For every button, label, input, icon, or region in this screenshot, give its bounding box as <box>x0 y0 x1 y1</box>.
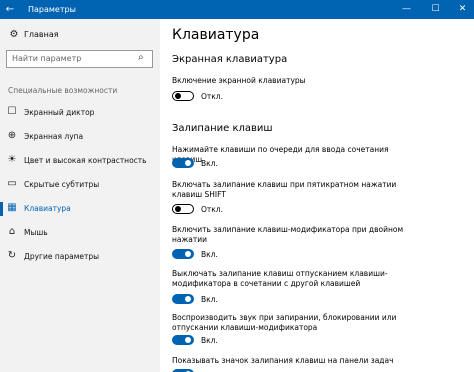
gear-icon: ⚙ <box>9 29 19 40</box>
sidebar-item-magnifier[interactable]: ⊕ Экранная лупа <box>0 127 160 147</box>
maximize-button[interactable]: ☐ <box>422 0 449 19</box>
onscreen-keyboard-label: Включение экранной клавиатуры <box>172 76 306 85</box>
sidebar-item-narrator[interactable]: ☐ Экранный диктор <box>0 103 160 123</box>
sidebar-item-label: Другие параметры <box>24 252 100 261</box>
toggle-state: Вкл. <box>201 159 218 168</box>
sticky-shift-toggle[interactable] <box>172 204 194 214</box>
setting-label: Воспроизводить звук при запирании, блоки… <box>172 313 397 332</box>
main-content: Клавиатура Экранная клавиатура Включение… <box>160 19 474 372</box>
sidebar-item-home[interactable]: ⚙ Главная <box>0 27 160 45</box>
sidebar-item-label: Экранный диктор <box>24 108 95 117</box>
back-arrow-icon: ← <box>5 4 15 15</box>
sidebar-item-label: Экранная лупа <box>24 132 84 141</box>
mouse-icon: ⌂ <box>8 226 16 237</box>
maximize-icon: ☐ <box>431 4 440 14</box>
sidebar-item-label: Скрытые субтитры <box>24 180 100 189</box>
toggle-knob <box>185 251 191 257</box>
sticky-release-toggle[interactable] <box>172 294 194 304</box>
setting-label: Выключать залипание клавиш отпусканием к… <box>172 269 388 288</box>
sidebar-item-mouse[interactable]: ⌂ Мышь <box>0 223 160 243</box>
narrator-icon: ☐ <box>7 106 17 117</box>
magnifier-icon: ⊕ <box>7 130 17 141</box>
title-bar: ← Параметры — ☐ ✕ <box>0 0 474 19</box>
onscreen-keyboard-heading: Экранная клавиатура <box>172 54 288 65</box>
page-title: Клавиатура <box>172 27 260 43</box>
window-title: Параметры <box>28 5 76 14</box>
search-icon[interactable]: ⌕ <box>138 52 144 63</box>
toggle-state: Вкл. <box>201 295 218 304</box>
close-button[interactable]: ✕ <box>449 0 474 19</box>
toggle-state: Откл. <box>201 92 223 101</box>
keyboard-icon: ▦ <box>7 202 17 213</box>
sticky-sequential-toggle[interactable] <box>172 158 194 168</box>
setting-label: Включать залипание клавиш при пятикратно… <box>172 180 397 199</box>
sticky-keys-heading: Залипание клавиш <box>172 123 273 134</box>
toggle-knob <box>175 206 181 212</box>
sidebar-item-other-options[interactable]: ↻ Другие параметры <box>0 247 160 267</box>
sidebar-item-label: Главная <box>24 30 59 39</box>
search-placeholder: Найти параметр <box>12 54 82 63</box>
setting-label: Включить залипание клавиш-модификатора п… <box>172 225 404 244</box>
toggle-state: Откл. <box>201 205 223 214</box>
section-label: Специальные возможности <box>8 86 118 95</box>
sidebar-item-label: Мышь <box>24 228 48 237</box>
search-input[interactable]: Найти параметр ⌕ <box>6 50 153 68</box>
sidebar-item-captions[interactable]: ▭ Скрытые субтитры <box>0 175 160 195</box>
toggle-knob <box>185 296 191 302</box>
onscreen-keyboard-toggle[interactable] <box>172 91 194 101</box>
sidebar-item-label: Клавиатура <box>24 204 71 213</box>
sidebar: ⚙ Главная Найти параметр ⌕ Специальные в… <box>0 19 160 372</box>
close-icon: ✕ <box>458 4 467 14</box>
sidebar-item-high-contrast[interactable]: ☀ Цвет и высокая контрастность <box>0 151 160 171</box>
sticky-sound-toggle[interactable] <box>172 335 194 345</box>
active-indicator <box>0 202 3 216</box>
sun-icon: ☀ <box>7 154 17 165</box>
minimize-button[interactable]: — <box>393 0 420 19</box>
setting-label: Показывать значок залипания клавиш на па… <box>172 356 394 365</box>
toggle-knob <box>175 93 181 99</box>
sticky-double-press-toggle[interactable] <box>172 249 194 259</box>
toggle-state: Вкл. <box>201 336 218 345</box>
captions-icon: ▭ <box>7 178 17 189</box>
back-button[interactable]: ← <box>0 0 20 19</box>
toggle-knob <box>185 337 191 343</box>
toggle-knob <box>185 160 191 166</box>
refresh-icon: ↻ <box>7 250 17 261</box>
sidebar-item-label: Цвет и высокая контрастность <box>24 156 147 165</box>
toggle-state: Вкл. <box>201 250 218 259</box>
minimize-icon: — <box>402 4 411 14</box>
sidebar-item-keyboard[interactable]: ▦ Клавиатура <box>0 199 160 219</box>
